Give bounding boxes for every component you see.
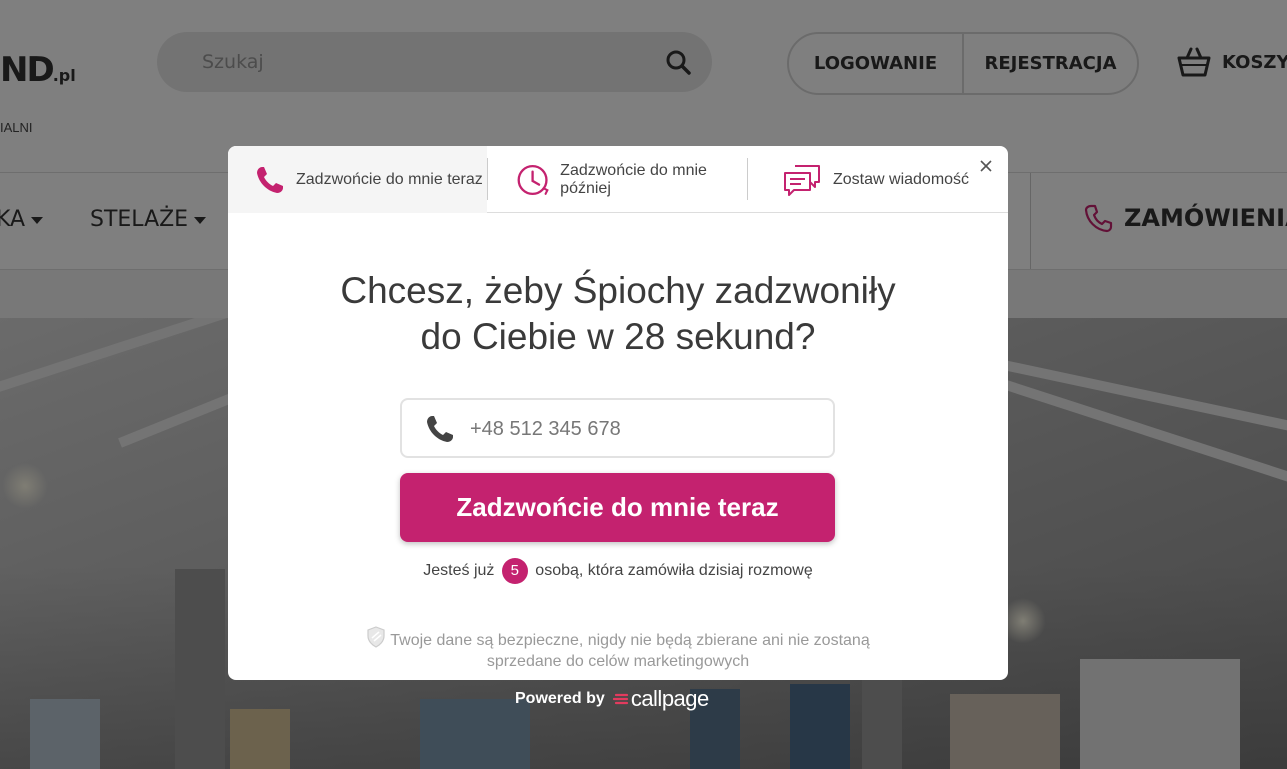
callpage-brand-text: callpage [630,686,709,711]
headline-line: do Ciebie w 28 sekund? [420,316,816,357]
privacy-note: Twoje dane są bezpieczne, nigdy nie będą… [228,626,1008,672]
callback-modal: Zadzwońcie do mnie teraz Zadzwońcie do m… [228,146,1008,680]
modal-tabs: Zadzwońcie do mnie teraz Zadzwońcie do m… [228,146,1008,213]
privacy-line: sprzedane do celów marketingowych [486,653,750,670]
close-icon[interactable] [978,158,994,174]
headline-line: Chcesz, żeby Śpiochy zadzwoniły [340,270,896,311]
counter-text-after: osobą, która zamówiła dzisiaj rozmowę [535,562,813,579]
powered-by[interactable]: Powered by callpage [515,686,709,712]
counter-text-before: Jesteś już [423,562,495,579]
chat-icon [784,164,820,196]
tab-label: Zadzwońcie do mnie teraz [296,170,483,188]
tab-call-later[interactable]: Zadzwońcie do mnie później [487,146,747,213]
tab-call-now[interactable]: Zadzwońcie do mnie teraz [228,146,487,213]
callpage-logo: callpage [612,686,709,712]
clock-icon [517,164,549,195]
modal-headline: Chcesz, żeby Śpiochy zadzwoniły do Ciebi… [228,268,1008,360]
phone-icon [427,416,453,442]
tab-divider [487,158,488,200]
tab-label: Zostaw wiadomość [833,170,970,188]
call-now-button[interactable]: Zadzwońcie do mnie teraz [400,473,835,542]
tab-label: Zadzwońcie do mnie później [560,161,707,197]
privacy-line: Twoje dane są bezpieczne, nigdy nie będą… [390,632,870,649]
callpage-icon [612,693,628,705]
powered-by-label: Powered by [515,690,605,707]
counter-badge: 5 [501,557,528,584]
tab-leave-message[interactable]: Zostaw wiadomość [747,146,1008,213]
phone-input[interactable] [470,414,810,444]
phone-field[interactable] [400,398,835,458]
tab-divider [747,158,748,200]
shield-icon [367,626,385,648]
caller-counter: Jesteś już 5 osobą, która zamówiła dzisi… [228,557,1008,585]
phone-icon [257,166,283,193]
